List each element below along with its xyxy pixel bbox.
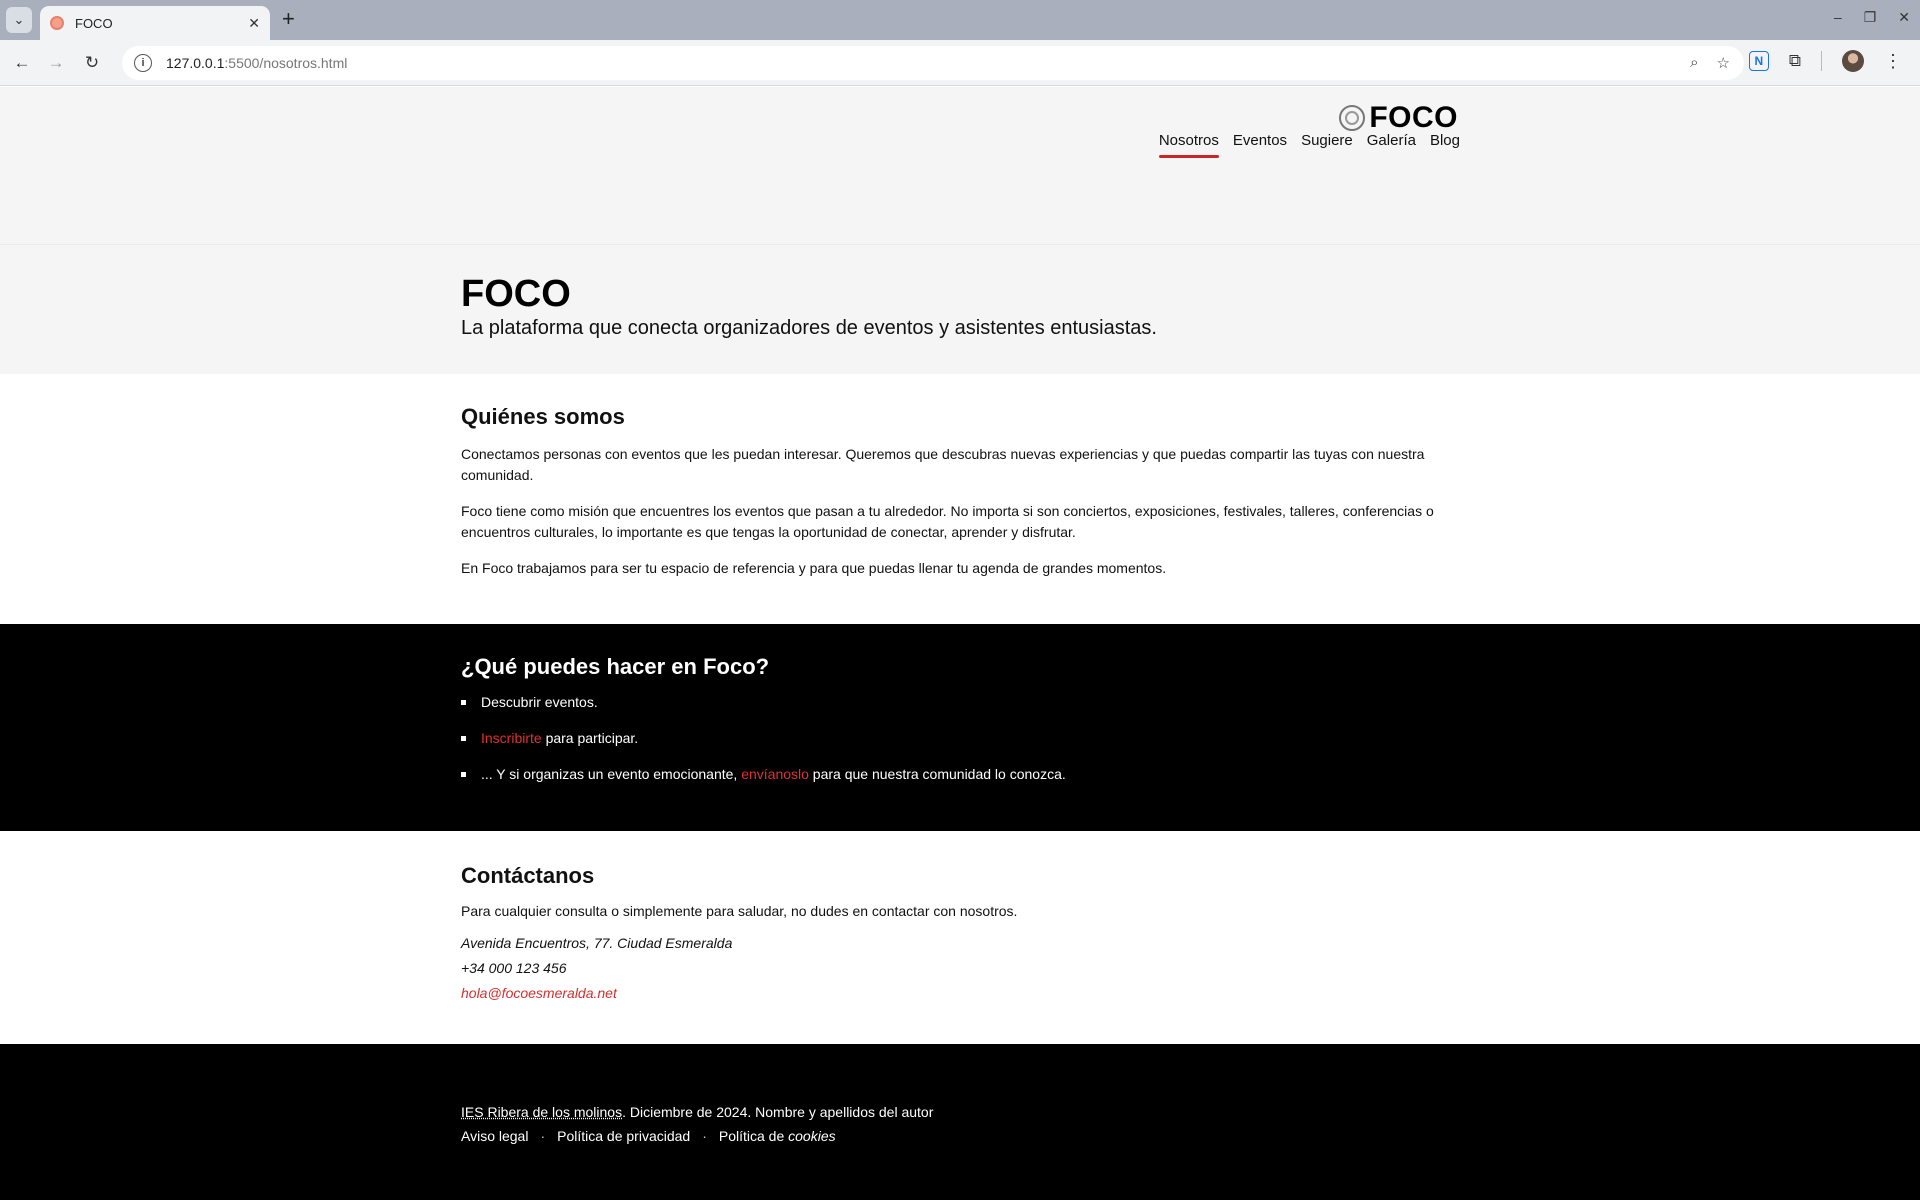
toolbar-divider	[1821, 51, 1822, 71]
privacy-policy-link[interactable]: Política de privacidad	[557, 1124, 690, 1148]
feature-text: ... Y si organizas un evento emocionante…	[481, 766, 742, 782]
contact-phone: +34 000 123 456	[461, 960, 567, 976]
feature-text: Descubrir eventos.	[481, 694, 598, 710]
extension-n-icon[interactable]: N	[1748, 51, 1769, 71]
contact-email-link[interactable]: hola@focoesmeralda.net	[461, 985, 617, 1001]
window-close-icon[interactable]: ✕	[1898, 9, 1910, 26]
reload-icon[interactable]: ↻	[79, 50, 105, 76]
about-paragraph: Conectamos personas con eventos que les …	[461, 446, 1425, 483]
list-item: Inscribirte para participar.	[461, 728, 1461, 748]
footer-separator: ·	[540, 1128, 546, 1144]
tab-close-icon[interactable]: ✕	[248, 15, 260, 32]
features-heading: ¿Qué puedes hacer en Foco?	[461, 654, 770, 679]
site-footer: IES Ribera de los molinos. Diciembre de …	[0, 1044, 1920, 1200]
site-info-icon[interactable]: i	[134, 54, 152, 72]
address-bar[interactable]: i 127.0.0.1:5500/nosotros.html ⌕ ☆	[122, 46, 1744, 80]
restore-icon[interactable]: ❐	[1864, 9, 1877, 26]
about-heading: Quiénes somos	[461, 404, 625, 429]
address-bar-actions: ⌕ ☆	[1690, 54, 1730, 72]
list-item: ... Y si organizas un evento emocionante…	[461, 764, 1461, 784]
nav-item-eventos[interactable]: Eventos	[1233, 132, 1287, 155]
browser-toolbar: ← → ↻ i 127.0.0.1:5500/nosotros.html ⌕ ☆…	[0, 40, 1920, 86]
tab-title: FOCO	[75, 15, 113, 31]
window-controls: – ❐ ✕	[1834, 9, 1910, 26]
about-paragraph: Foco tiene como misión que encuentres lo…	[461, 503, 1434, 540]
contact-address: Avenida Encuentros, 77. Ciudad Esmeralda	[461, 935, 733, 951]
contact-section: Contáctanos Para cualquier consulta o si…	[0, 831, 1920, 1044]
feature-text: para que nuestra comunidad lo conozca.	[808, 766, 1066, 782]
cookies-policy-text: Política de	[718, 1128, 789, 1144]
hero-subtitle: La plataforma que conecta organizadores …	[461, 317, 1157, 339]
url-path: :5500/nosotros.html	[224, 55, 348, 71]
feature-text: para participar.	[541, 730, 639, 746]
contact-heading: Contáctanos	[461, 863, 595, 888]
signup-link[interactable]: Inscribirte	[481, 730, 542, 746]
url-host: 127.0.0.1	[166, 55, 225, 71]
features-section: ¿Qué puedes hacer en Foco? Descubrir eve…	[0, 624, 1920, 831]
nav-item-sugiere[interactable]: Sugiere	[1301, 132, 1353, 155]
tab-search-chevron-icon[interactable]: ⌄	[6, 7, 32, 33]
contact-lead: Para cualquier consulta o simplemente pa…	[461, 903, 1018, 919]
footer-credit-text: . Diciembre de 2024. Nombre y apellidos …	[622, 1104, 934, 1120]
logo-text: FOCO	[1369, 101, 1458, 134]
about-paragraph: En Foco trabajamos para ser tu espacio d…	[461, 560, 1167, 576]
forward-arrow-icon[interactable]: →	[43, 50, 69, 76]
hero-section: FOCO La plataforma que conecta organizad…	[0, 244, 1920, 374]
back-arrow-icon[interactable]: ←	[9, 50, 35, 76]
main-nav: Nosotros Eventos Sugiere Galería Blog	[1158, 132, 1460, 158]
menu-kebab-icon[interactable]: ⋮	[1884, 51, 1902, 72]
zoom-icon[interactable]: ⌕	[1690, 54, 1698, 72]
tab-favicon-icon	[50, 16, 64, 30]
browser-tab-bar: ⌄ FOCO ✕ + – ❐ ✕	[0, 0, 1920, 40]
extensions-puzzle-icon[interactable]: ⧉	[1789, 51, 1801, 71]
minimize-icon[interactable]: –	[1834, 9, 1842, 26]
cookies-policy-emphasis: cookies	[788, 1128, 836, 1144]
site-logo[interactable]: FOCO	[1339, 101, 1458, 135]
features-list: Descubrir eventos. Inscribirte para part…	[461, 692, 1461, 784]
profile-avatar[interactable]	[1842, 50, 1864, 72]
nav-item-galeria[interactable]: Galería	[1367, 132, 1416, 155]
list-item: Descubrir eventos.	[461, 692, 1461, 712]
legal-notice-link[interactable]: Aviso legal	[461, 1124, 528, 1148]
url-text[interactable]: 127.0.0.1:5500/nosotros.html	[166, 55, 347, 71]
site-header: FOCO Nosotros Eventos Sugiere Galería Bl…	[0, 87, 1920, 244]
logo-circle-icon	[1339, 105, 1366, 131]
extension-area: N ⧉ ⋮	[1748, 50, 1902, 72]
contact-address-block: Avenida Encuentros, 77. Ciudad Esmeralda…	[461, 931, 1461, 1006]
footer-credit: IES Ribera de los molinos. Diciembre de …	[461, 1100, 1461, 1124]
browser-tab[interactable]: FOCO ✕	[40, 6, 270, 40]
nav-item-blog[interactable]: Blog	[1430, 132, 1460, 155]
new-tab-button[interactable]: +	[282, 8, 295, 30]
footer-separator: ·	[702, 1128, 707, 1144]
footer-links: Aviso legal · Política de privacidad · P…	[461, 1124, 1461, 1148]
school-link[interactable]: IES Ribera de los molinos	[461, 1104, 622, 1120]
about-section: Quiénes somos Conectamos personas con ev…	[0, 374, 1920, 624]
bookmark-star-icon[interactable]: ☆	[1717, 54, 1730, 72]
web-page: FOCO Nosotros Eventos Sugiere Galería Bl…	[0, 87, 1920, 1200]
submit-event-link[interactable]: envíanoslo	[741, 766, 809, 782]
nav-item-nosotros[interactable]: Nosotros	[1158, 132, 1219, 158]
hero-title: FOCO	[461, 273, 571, 315]
cookies-policy-link[interactable]: Política de cookies	[719, 1124, 836, 1148]
